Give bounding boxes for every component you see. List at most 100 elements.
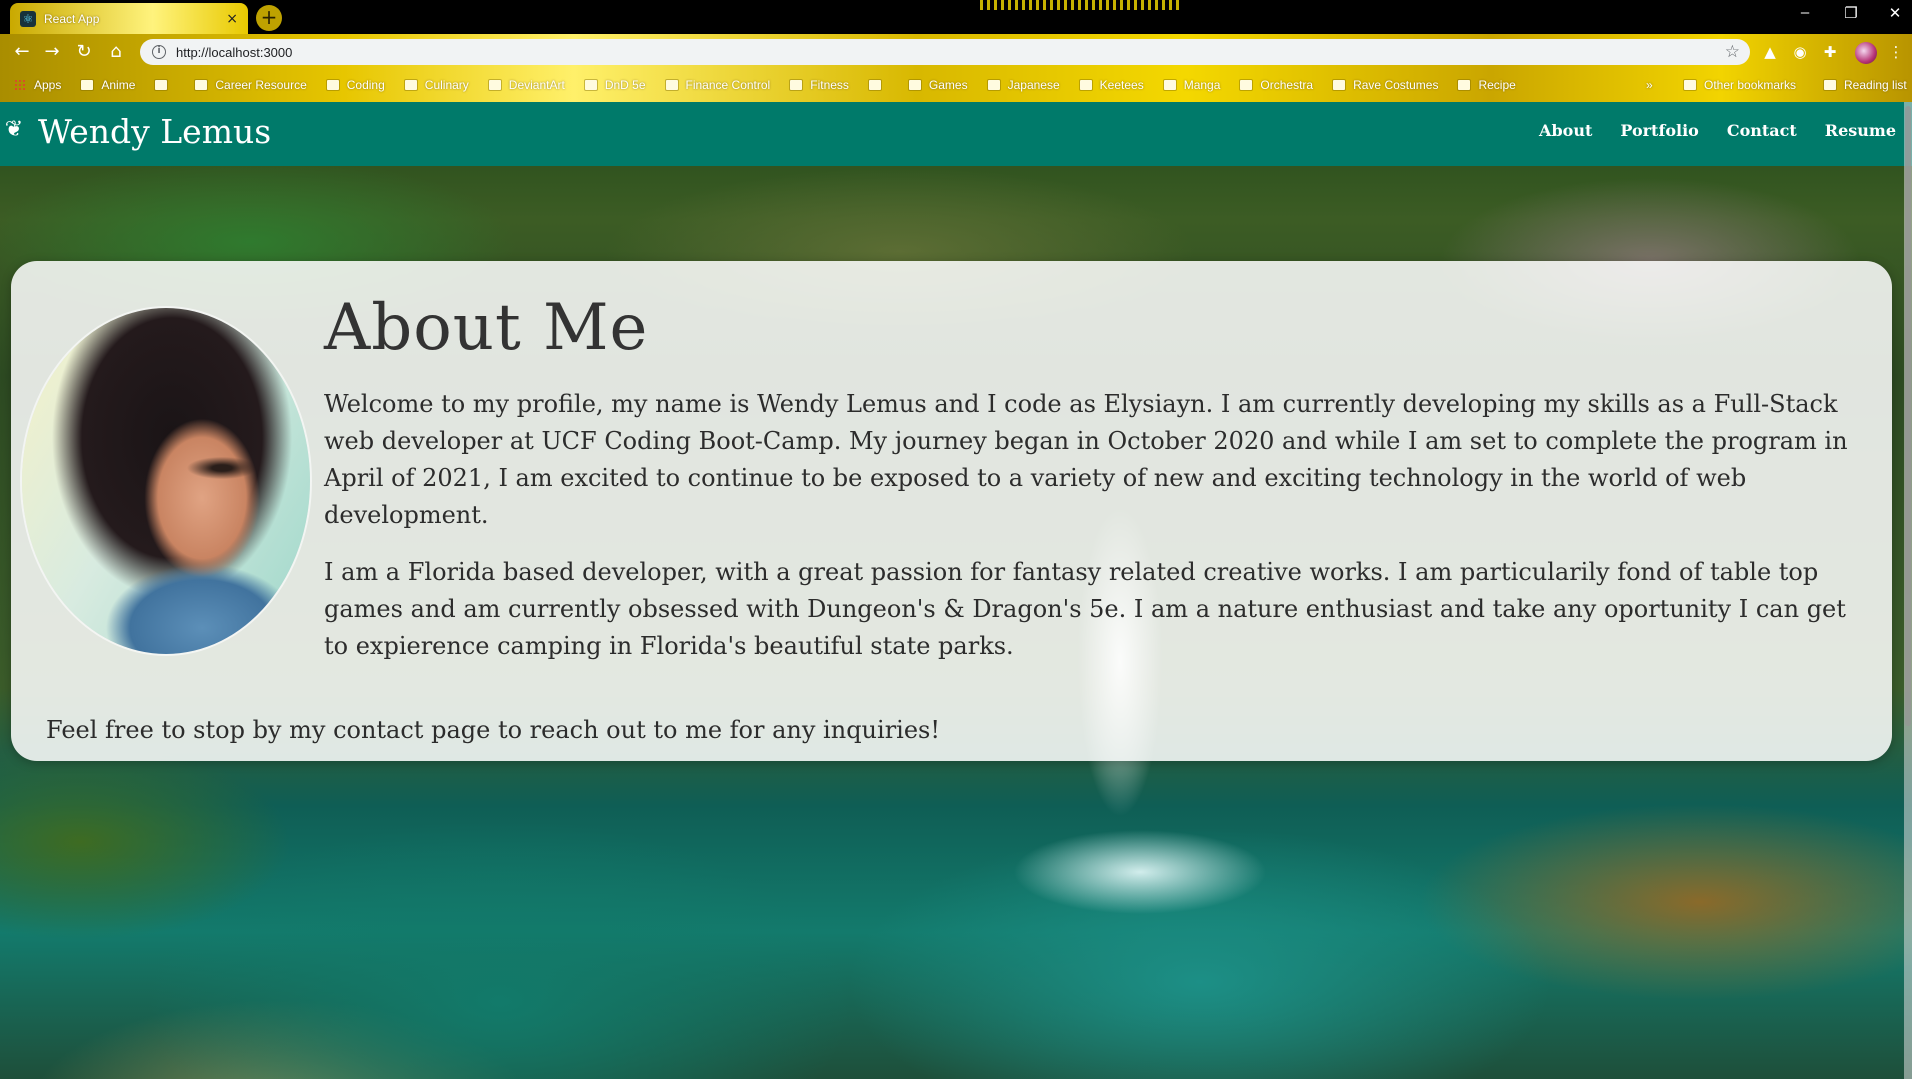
bookmark-folder[interactable]: DnD 5e (584, 78, 646, 92)
bookmarks-overflow-button[interactable]: » (1646, 72, 1653, 98)
folder-icon (488, 80, 501, 90)
profile-photo (22, 308, 310, 654)
folder-icon (584, 80, 597, 90)
site-navbar: ❦ Wendy Lemus About Portfolio Contact Re… (0, 102, 1912, 166)
folder-icon (665, 80, 678, 90)
site-brand[interactable]: Wendy Lemus (38, 112, 271, 151)
reading-list[interactable]: Reading list (1824, 72, 1907, 98)
nav-link-contact[interactable]: Contact (1727, 121, 1797, 140)
bookmark-folder[interactable]: Games (908, 78, 968, 92)
tab-title: React App (44, 11, 100, 26)
folder-icon (1684, 80, 1696, 90)
close-window-button[interactable]: ✕ (1880, 4, 1910, 22)
close-tab-icon[interactable]: × (226, 11, 238, 27)
bookmark-folder[interactable]: Culinary (404, 78, 469, 92)
page-scrollbar[interactable] (1904, 102, 1912, 1079)
site-info-icon[interactable]: i (152, 45, 166, 59)
scrollbar-thumb[interactable] (1905, 106, 1911, 726)
address-bar[interactable]: i http://localhost:3000 ☆ (140, 39, 1750, 65)
about-paragraph-intro: Welcome to my profile, my name is Wendy … (324, 390, 1848, 529)
folder-icon (1240, 80, 1253, 90)
react-icon: ⚛ (20, 10, 36, 27)
bookmark-label: Fitness (810, 78, 849, 92)
bookmark-folder[interactable]: Japanese (987, 78, 1060, 92)
theme-art (980, 0, 1180, 10)
about-heading: About Me (324, 291, 649, 365)
bookmark-label: Manga (1183, 78, 1221, 92)
folder-icon (404, 80, 417, 90)
minimize-button[interactable]: – (1790, 4, 1820, 21)
bookmark-label: Games (928, 78, 968, 92)
bookmark-star-icon[interactable]: ☆ (1725, 42, 1740, 62)
folder-icon (1163, 80, 1176, 90)
apps-grid-icon (14, 79, 26, 91)
folder-icon (155, 80, 168, 90)
extensions-puzzle-icon[interactable]: ✚ (1820, 42, 1840, 62)
bookmark-folder[interactable]: Fitness (790, 78, 849, 92)
bookmark-label: Japanese (1007, 78, 1060, 92)
bookmark-label: Coding (346, 78, 385, 92)
restore-button[interactable]: ❐ (1836, 4, 1866, 22)
site-nav: About Portfolio Contact Resume (1539, 121, 1896, 140)
about-paragraph-contact: Feel free to stop by my contact page to … (46, 716, 940, 744)
nav-link-portfolio[interactable]: Portfolio (1620, 121, 1698, 140)
other-bookmarks[interactable]: Other bookmarks (1684, 72, 1796, 98)
bookmark-folder[interactable] (155, 80, 175, 90)
bookmark-apps[interactable]: Apps (14, 78, 61, 92)
browser-chrome: ⚛ React App × + – ❐ ✕ ← → ↻ ⌂ i http://l… (0, 0, 1912, 102)
reload-button[interactable]: ↻ (72, 40, 96, 64)
folder-icon (1458, 80, 1471, 90)
folder-icon (790, 80, 803, 90)
address-url[interactable]: http://localhost:3000 (176, 45, 1725, 60)
bookmark-folder[interactable] (868, 80, 889, 90)
nav-link-resume[interactable]: Resume (1825, 121, 1896, 140)
drive-extension-icon[interactable]: ▲ (1760, 42, 1780, 62)
bookmark-folder[interactable]: Anime (81, 78, 135, 92)
folder-icon (1079, 80, 1092, 90)
folder-icon (987, 80, 1000, 90)
bookmark-label: Orchestra (1260, 78, 1314, 92)
bookmark-label: Keetees (1099, 78, 1144, 92)
folder-icon (326, 80, 339, 90)
bookmark-folder[interactable]: Career Resource (195, 78, 307, 92)
home-button[interactable]: ⌂ (104, 40, 128, 64)
bookmark-folder[interactable]: Manga (1163, 78, 1221, 92)
folder-icon (1333, 80, 1346, 90)
bookmark-label: Career Resource (215, 78, 307, 92)
forward-button[interactable]: → (40, 40, 64, 64)
bookmark-label: Culinary (424, 78, 469, 92)
lotus-icon: ❦ (4, 117, 24, 142)
bookmark-folder[interactable]: Orchestra (1240, 78, 1313, 92)
bookmark-label: Apps (34, 78, 62, 92)
bookmark-label: Finance Control (685, 78, 771, 92)
about-paragraph-interests: I am a Florida based developer, with a g… (324, 558, 1846, 660)
bookmark-label: DeviantArt (508, 78, 565, 92)
bookmark-label: Recipe (1478, 78, 1516, 92)
reading-list-icon (1824, 80, 1836, 90)
folder-icon (195, 80, 208, 90)
tab-strip: ⚛ React App × + – ❐ ✕ (0, 0, 1912, 34)
new-tab-button[interactable]: + (256, 5, 282, 31)
page-viewport: ❦ Wendy Lemus About Portfolio Contact Re… (0, 102, 1912, 1079)
folder-icon (908, 80, 921, 90)
bookmark-folder[interactable]: Finance Control (665, 78, 771, 92)
browser-menu-icon[interactable]: ⋮ (1886, 42, 1906, 62)
bookmark-label: DnD 5e (604, 78, 646, 92)
bookmark-folder[interactable]: Recipe (1458, 78, 1516, 92)
browser-toolbar: ← → ↻ ⌂ i http://localhost:3000 ☆ ▲ ◉ ✚ … (0, 34, 1912, 70)
bookmark-folder[interactable]: Rave Costumes (1333, 78, 1438, 92)
browser-tab[interactable]: ⚛ React App × (10, 3, 248, 34)
other-bookmarks-label: Other bookmarks (1704, 78, 1797, 92)
folder-icon (81, 80, 94, 90)
folder-icon (868, 80, 881, 90)
bookmark-folder[interactable]: Coding (326, 78, 385, 92)
bookmark-folder[interactable]: Keetees (1079, 78, 1144, 92)
back-button[interactable]: ← (10, 40, 34, 64)
bookmarks-bar: Apps Anime Career Resource Coding Culinary De… (0, 72, 1912, 98)
about-card: About Me Welcome to my profile, my name … (11, 261, 1892, 761)
bookmark-folder[interactable]: DeviantArt (488, 78, 565, 92)
nav-link-about[interactable]: About (1539, 121, 1592, 140)
camera-extension-icon[interactable]: ◉ (1790, 42, 1810, 62)
profile-avatar[interactable] (1855, 42, 1877, 64)
bookmark-label: Rave Costumes (1353, 78, 1439, 92)
